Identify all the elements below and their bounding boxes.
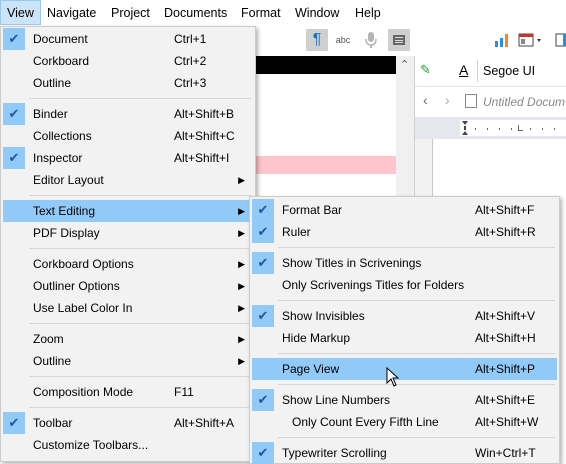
- format-bar: ✎ A Segoe UI: [415, 56, 566, 86]
- menu-window[interactable]: Window: [295, 0, 339, 26]
- menu-separator: [278, 437, 555, 438]
- menu-item-zoom[interactable]: Zoom ▶: [3, 328, 253, 350]
- mouse-cursor-icon: [386, 366, 400, 390]
- typewriter-icon[interactable]: [388, 29, 410, 51]
- check-icon: ✔: [252, 221, 274, 243]
- menu-item-show-invisibles[interactable]: ✔ Show Invisibles Alt+Shift+V: [252, 305, 557, 327]
- menu-item-show-titles-in-scrivenings[interactable]: ✔ Show Titles in Scrivenings: [252, 252, 557, 274]
- menu-item-collections[interactable]: Collections Alt+Shift+C: [3, 125, 253, 147]
- check-icon: ✔: [252, 199, 274, 221]
- menu-item-editor-layout[interactable]: Editor Layout ▶: [3, 169, 253, 191]
- text-editing-submenu: ✔ Format Bar Alt+Shift+F ✔ Ruler Alt+Shi…: [249, 196, 560, 464]
- submenu-arrow-icon: ▶: [238, 334, 245, 344]
- font-family-select[interactable]: Segoe UI: [483, 64, 535, 78]
- menu-item-page-view[interactable]: Page View Alt+Shift+P: [252, 358, 557, 380]
- menu-item-only-count-every-fifth-line[interactable]: Only Count Every Fifth Line Alt+Shift+W: [252, 411, 557, 433]
- check-icon: ✔: [3, 28, 25, 50]
- microphone-icon[interactable]: [360, 29, 382, 51]
- editor-area: [255, 56, 398, 196]
- menu-separator: [29, 195, 251, 196]
- statistics-icon[interactable]: [492, 29, 514, 51]
- divider: [477, 60, 478, 82]
- nav-forward-icon[interactable]: ›: [445, 92, 450, 108]
- menu-item-customize-toolbars[interactable]: Customize Toolbars...: [3, 434, 253, 456]
- check-icon: ✔: [3, 103, 25, 125]
- menu-item-pdf-display[interactable]: PDF Display ▶: [3, 222, 253, 244]
- menu-separator: [29, 407, 251, 408]
- menu-item-use-label-color-in[interactable]: Use Label Color In ▶: [3, 297, 253, 319]
- menu-item-inspector[interactable]: ✔ Inspector Alt+Shift+I: [3, 147, 253, 169]
- submenu-arrow-icon: ▶: [238, 259, 245, 269]
- highlighter-icon[interactable]: ✎: [420, 62, 431, 78]
- menu-format[interactable]: Format: [241, 0, 281, 26]
- check-icon: ✔: [252, 252, 274, 274]
- nav-back-icon[interactable]: ‹: [423, 92, 428, 108]
- submenu-arrow-icon: ▶: [238, 175, 245, 185]
- menu-item-show-line-numbers[interactable]: ✔ Show Line Numbers Alt+Shift+E: [252, 389, 557, 411]
- menu-item-hide-markup[interactable]: Hide Markup Alt+Shift+H: [252, 327, 557, 349]
- view-menu: ✔ Document Ctrl+1 Corkboard Ctrl+2 Outli…: [0, 26, 256, 462]
- menu-item-outline-submenu[interactable]: Outline ▶: [3, 350, 253, 372]
- menu-item-text-editing[interactable]: Text Editing ▶: [3, 200, 253, 222]
- layout-icon[interactable]: [517, 29, 547, 51]
- menu-item-corkboard-options[interactable]: Corkboard Options ▶: [3, 253, 253, 275]
- menu-item-outliner-options[interactable]: Outliner Options ▶: [3, 275, 253, 297]
- check-icon: ✔: [252, 305, 274, 327]
- menu-documents[interactable]: Documents: [164, 0, 227, 26]
- menu-item-corkboard[interactable]: Corkboard Ctrl+2: [3, 50, 253, 72]
- menu-item-binder[interactable]: ✔ Binder Alt+Shift+B: [3, 103, 253, 125]
- menu-separator: [29, 323, 251, 324]
- document-page[interactable]: [432, 139, 566, 196]
- check-icon: ✔: [3, 147, 25, 169]
- menu-separator: [278, 384, 555, 385]
- menu-item-typewriter-scrolling[interactable]: ✔ Typewriter Scrolling Win+Ctrl+T: [252, 442, 557, 464]
- menu-item-ruler[interactable]: ✔ Ruler Alt+Shift+R: [252, 221, 557, 243]
- inspector-icon[interactable]: [551, 29, 566, 51]
- menu-bar: View Navigate Project Documents Format W…: [0, 0, 566, 27]
- menu-separator: [29, 98, 251, 99]
- check-icon: ✔: [252, 389, 274, 411]
- menu-view[interactable]: View: [0, 0, 41, 25]
- submenu-arrow-icon: ▶: [238, 206, 245, 216]
- menu-separator: [278, 247, 555, 248]
- spellcheck-icon[interactable]: abc: [332, 29, 354, 51]
- submenu-arrow-icon: ▶: [238, 303, 245, 313]
- scroll-up-arrow-icon[interactable]: ⌃: [400, 58, 409, 71]
- menu-project[interactable]: Project: [111, 0, 150, 26]
- document-nav-bar: ‹ › Untitled Docum: [415, 86, 566, 117]
- menu-help[interactable]: Help: [355, 0, 381, 26]
- ruler[interactable]: [460, 120, 566, 136]
- editor-scrollbar[interactable]: [396, 56, 414, 196]
- menu-separator: [278, 300, 555, 301]
- check-icon: ✔: [3, 412, 25, 434]
- check-icon: ✔: [252, 442, 274, 464]
- submenu-arrow-icon: ▶: [238, 356, 245, 366]
- highlighted-row: [255, 156, 398, 174]
- menu-item-document[interactable]: ✔ Document Ctrl+1: [3, 28, 253, 50]
- menu-navigate[interactable]: Navigate: [47, 0, 96, 26]
- menu-separator: [29, 376, 251, 377]
- menu-item-format-bar[interactable]: ✔ Format Bar Alt+Shift+F: [252, 199, 557, 221]
- menu-item-outline[interactable]: Outline Ctrl+3: [3, 72, 253, 94]
- font-color-icon[interactable]: A: [459, 62, 468, 78]
- menu-separator: [29, 248, 251, 249]
- show-invisibles-icon[interactable]: ¶: [306, 29, 328, 51]
- menu-item-only-scrivenings-titles-for-folders[interactable]: Only Scrivenings Titles for Folders: [252, 274, 557, 296]
- document-icon: [465, 94, 477, 108]
- document-title[interactable]: Untitled Docum: [483, 95, 565, 109]
- menu-separator: [278, 353, 555, 354]
- submenu-arrow-icon: ▶: [238, 281, 245, 291]
- menu-item-toolbar[interactable]: ✔ Toolbar Alt+Shift+A: [3, 412, 253, 434]
- menu-item-composition-mode[interactable]: Composition Mode F11: [3, 381, 253, 403]
- submenu-arrow-icon: ▶: [238, 228, 245, 238]
- editor-header-bar: [255, 56, 398, 74]
